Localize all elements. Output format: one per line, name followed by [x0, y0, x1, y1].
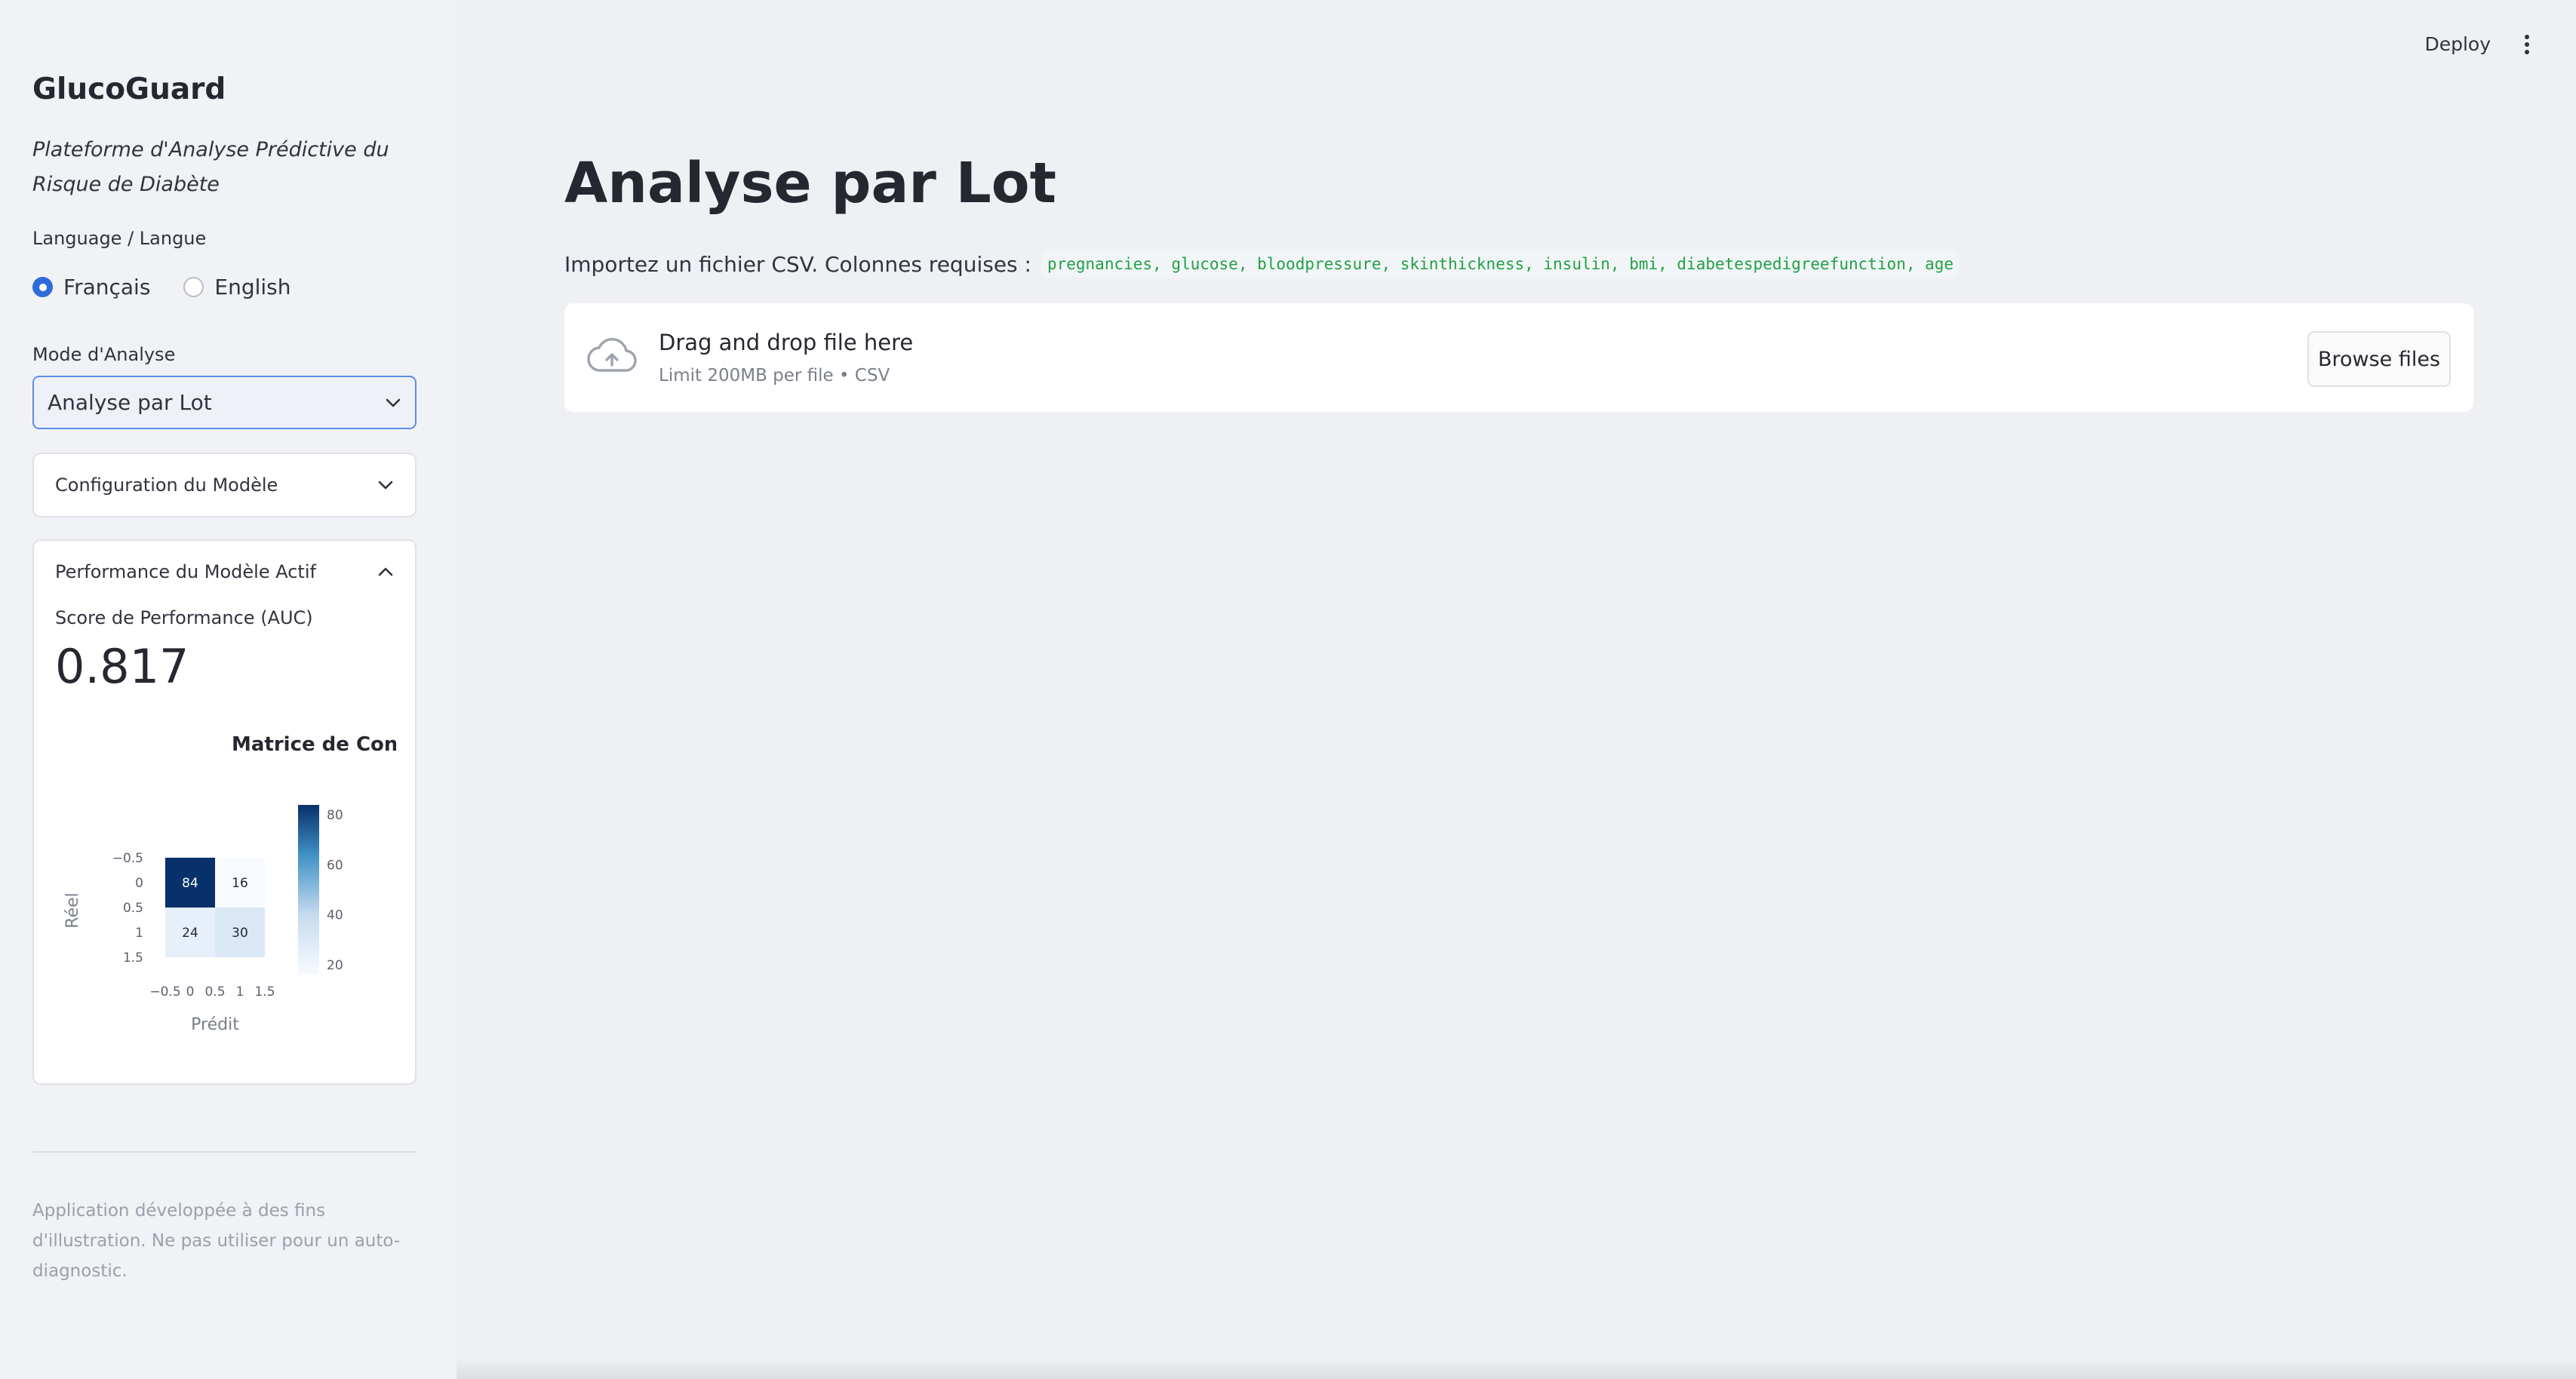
app-root: GlucoGuard Plateforme d'Analyse Prédicti…: [0, 0, 2576, 1379]
radio-checked-icon[interactable]: [32, 277, 53, 297]
x-tick-label: 1.5: [254, 984, 275, 1000]
columns-prefix: Importez un fichier CSV. Colonnes requis…: [564, 251, 1031, 277]
language-label: Language / Langue: [32, 228, 207, 249]
chevron-down-icon: [377, 480, 394, 490]
confusion-matrix-chart: Matrice de Confus 84 16 24 30 −0.5 −0.5 0 0 0.5 0.…: [63, 733, 415, 1034]
x-axis-label: Prédit: [191, 1015, 239, 1034]
mode-select-value: Analyse par Lot: [48, 390, 212, 415]
x-tick-label: −0.5: [149, 984, 180, 1000]
colorbar: [298, 805, 319, 975]
x-tick-label: 0.5: [204, 984, 225, 1000]
deploy-button[interactable]: Deploy: [2424, 33, 2491, 55]
cell-value-label: 24: [182, 926, 198, 941]
y-tick-label: 0: [135, 876, 143, 891]
required-columns-text: Importez un fichier CSV. Colonnes requis…: [564, 250, 1960, 278]
chart-title: Matrice de Confus: [232, 733, 415, 756]
config-expander: Configuration du Modèle: [32, 453, 417, 518]
main-content: Deploy Analyse par Lot Importez un fichi…: [456, 0, 2576, 1379]
page-title: Analyse par Lot: [564, 151, 1057, 216]
top-header: Deploy: [2199, 0, 2576, 91]
colorbar-tick-label: 60: [327, 858, 343, 873]
file-uploader-dropzone[interactable]: Drag and drop file here Limit 200MB per …: [564, 303, 2473, 412]
chevron-down-icon: [385, 398, 401, 408]
colorbar-tick-label: 20: [327, 958, 343, 973]
more-menu-icon[interactable]: [2517, 33, 2537, 56]
mode-label: Mode d'Analyse: [32, 344, 176, 365]
language-option-francais[interactable]: Français: [32, 275, 150, 299]
colorbar-tick-label: 40: [327, 908, 343, 923]
columns-code: pregnancies, glucose, bloodpressure, ski…: [1041, 250, 1960, 278]
performance-expander: Performance du Modèle Actif Score de Per…: [32, 539, 417, 1085]
config-expander-header[interactable]: Configuration du Modèle: [55, 454, 394, 516]
app-subtitle: Plateforme d'Analyse Prédictive du Risqu…: [32, 138, 389, 196]
cell-value-label: 16: [232, 876, 248, 891]
config-expander-label: Configuration du Modèle: [55, 475, 278, 496]
cloud-upload-icon: [587, 337, 637, 378]
language-option-english[interactable]: English: [183, 275, 291, 299]
sidebar: GlucoGuard Plateforme d'Analyse Prédicti…: [0, 0, 456, 1379]
sidebar-divider: [32, 1151, 417, 1153]
colorbar-tick-label: 80: [327, 808, 343, 823]
cell-value-label: 30: [232, 926, 248, 941]
browse-files-button[interactable]: Browse files: [2307, 331, 2451, 387]
drop-text: Drag and drop file here: [659, 330, 914, 355]
bottom-shadow: [456, 1358, 2576, 1379]
cell-value-label: 84: [182, 876, 198, 891]
radio-unchecked-icon[interactable]: [183, 277, 204, 297]
y-tick-label: 0.5: [123, 901, 143, 916]
language-radio-group: Français English: [32, 275, 291, 299]
footer-note: Application développée à des fins d'illu…: [32, 1201, 401, 1281]
y-tick-label: −0.5: [112, 851, 143, 866]
app-title: GlucoGuard: [32, 72, 226, 106]
limit-text: Limit 200MB per file • CSV: [659, 366, 890, 385]
mode-select[interactable]: Analyse par Lot: [32, 376, 417, 429]
language-option-label: Français: [63, 275, 151, 299]
y-tick-label: 1.5: [123, 951, 143, 966]
x-tick-label: 0: [186, 984, 195, 1000]
y-tick-label: 1: [135, 926, 143, 941]
x-tick-label: 1: [236, 984, 244, 1000]
language-option-label: English: [214, 275, 291, 299]
y-axis-label: Réel: [63, 892, 82, 928]
